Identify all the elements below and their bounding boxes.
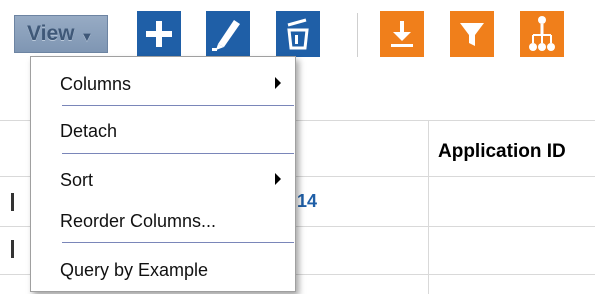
column-header-application-id[interactable]: Application ID — [438, 141, 566, 163]
view-menu-button[interactable]: View ▼ — [14, 15, 108, 53]
plus-icon — [146, 21, 172, 47]
row-marker — [11, 240, 14, 258]
chevron-down-icon: ▼ — [80, 28, 94, 44]
menu-item-sort[interactable]: Sort — [31, 164, 295, 196]
hierarchy-icon — [529, 16, 555, 51]
trash-icon — [287, 18, 309, 50]
menu-item-label: Query by Example — [60, 259, 209, 280]
submenu-arrow-icon — [275, 173, 281, 185]
submenu-arrow-icon — [275, 77, 281, 89]
view-dropdown-menu: Columns Detach Sort Reorder Columns... Q… — [30, 56, 296, 292]
toolbar-separator — [357, 13, 358, 57]
table-cell-link[interactable]: 14 — [297, 191, 317, 212]
menu-item-label: Detach — [60, 120, 118, 141]
menu-separator — [62, 105, 294, 106]
menu-item-label: Columns — [60, 73, 132, 94]
filter-button[interactable] — [450, 11, 494, 57]
menu-item-columns[interactable]: Columns — [31, 68, 295, 100]
menu-item-label: Sort — [60, 169, 94, 190]
edit-button[interactable] — [206, 11, 250, 57]
pencil-icon — [212, 20, 240, 51]
menu-item-query-by-example[interactable]: Query by Example — [31, 254, 295, 286]
download-icon — [391, 21, 413, 47]
menu-item-detach[interactable]: Detach — [31, 115, 295, 147]
funnel-icon — [460, 23, 484, 46]
hierarchy-button[interactable] — [520, 11, 564, 57]
menu-separator — [62, 153, 294, 154]
menu-separator — [62, 242, 294, 243]
menu-item-label: Reorder Columns... — [60, 210, 217, 231]
add-button[interactable] — [137, 11, 181, 57]
view-menu-label: View — [27, 22, 75, 45]
menu-item-reorder-columns[interactable]: Reorder Columns... — [31, 205, 295, 237]
export-button[interactable] — [380, 11, 424, 57]
delete-button[interactable] — [276, 11, 320, 57]
row-marker — [11, 193, 14, 211]
